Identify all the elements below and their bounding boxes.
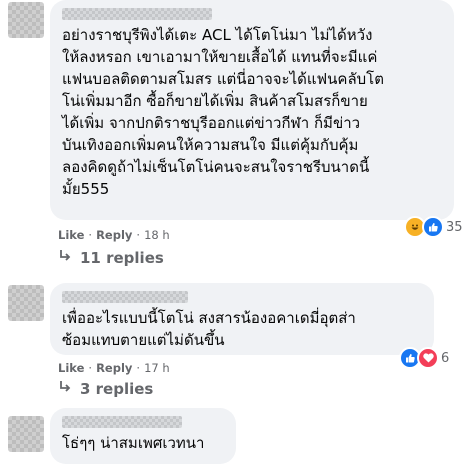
comment-text: โธ่ๆๆ น่าสมเพศเวทนา [62,434,205,452]
reply-arrow-icon [58,380,72,398]
love-icon [417,347,439,369]
comment-actions: Like · Reply · 17 h [58,361,170,375]
view-replies-link[interactable]: 3 replies [58,380,153,398]
comment-bubble: โธ่ๆๆ น่าสมเพศเวทนา [50,408,236,464]
commenter-name-redacted[interactable] [62,291,188,303]
replies-count[interactable]: 3 replies [80,380,153,398]
timestamp[interactable]: 17 h [144,361,170,375]
reaction-count: 35 [446,219,463,235]
reaction-summary[interactable]: 35 [404,216,463,238]
avatar[interactable] [8,416,44,452]
reply-arrow-icon [58,249,72,267]
like-icon [422,216,444,238]
timestamp[interactable]: 18 h [144,228,170,242]
separator: · [136,361,141,375]
reaction-summary[interactable]: 6 [399,347,449,369]
reaction-count: 6 [441,350,450,366]
commenter-name-redacted[interactable] [62,416,182,428]
comment-bubble: เพื่ออะไรแบบนี้โตโน่ สงสารน้องอคาเดมี่อุ… [50,283,434,355]
view-replies-link[interactable]: 11 replies [58,249,164,267]
comment-bubble: อย่างราชบุรีพิงได้เตะ ACL ได้โตโน่มา ไม่… [50,0,454,220]
like-link[interactable]: Like [58,361,84,375]
comment-text: อย่างราชบุรีพิงได้เตะ ACL ได้โตโน่มา ไม่… [62,26,384,198]
replies-count[interactable]: 11 replies [80,249,164,267]
reply-link[interactable]: Reply [96,228,132,242]
commenter-name-redacted[interactable] [62,8,212,20]
comment-text: เพื่ออะไรแบบนี้โตโน่ สงสารน้องอคาเดมี่อุ… [62,309,356,349]
comment-actions: Like · Reply · 18 h [58,228,170,242]
avatar[interactable] [8,2,44,38]
avatar[interactable] [8,285,44,321]
separator: · [136,228,141,242]
separator: · [88,228,93,242]
separator: · [88,361,93,375]
like-link[interactable]: Like [58,228,84,242]
reply-link[interactable]: Reply [96,361,132,375]
